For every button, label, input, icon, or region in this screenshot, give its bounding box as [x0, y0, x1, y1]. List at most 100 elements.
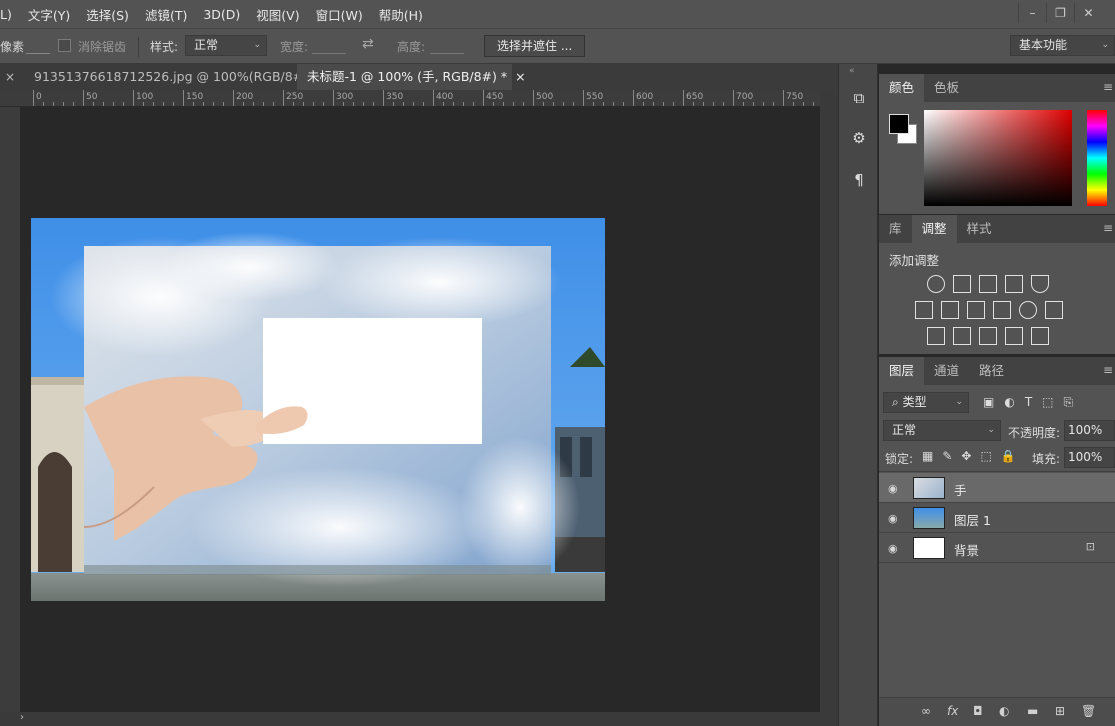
brightness-icon[interactable]: [927, 275, 945, 293]
lock-paint-icon[interactable]: ✎: [942, 449, 952, 463]
lock-artboard-icon[interactable]: ⬚: [980, 449, 991, 463]
layer-row-background[interactable]: ◉ 背景 ⊡: [879, 533, 1115, 563]
levels-icon[interactable]: [953, 275, 971, 293]
tab-paths[interactable]: 路径: [969, 357, 1014, 385]
select-and-mask-button[interactable]: 选择并遮住 ...: [484, 35, 586, 57]
minimize-button[interactable]: –: [1018, 3, 1046, 23]
workspace-value: 基本功能: [1019, 38, 1068, 52]
photo-filter-icon[interactable]: [993, 301, 1011, 319]
curves-icon[interactable]: [979, 275, 997, 293]
tab-untitled-1[interactable]: 未标题-1 @ 100% (手, RGB/8#) * ×: [297, 64, 526, 90]
swap-icon[interactable]: ⇄: [362, 36, 374, 52]
lock-position-icon[interactable]: ✥: [961, 449, 971, 463]
lock-all-icon[interactable]: 🔒: [1001, 449, 1016, 463]
layers-panel: 图层 通道 路径 ≡ ⌕ 类型 ⌄ ▣ ◐ T ⬚ ⎘ 正常 ⌄ 不透明度: 100…: [879, 357, 1115, 726]
close-icon[interactable]: ×: [5, 70, 15, 84]
tab-libraries[interactable]: 库: [879, 215, 912, 243]
color-balance-icon[interactable]: [941, 301, 959, 319]
layer-row-layer-1[interactable]: ◉ 图层 1: [879, 503, 1115, 533]
tab-adjustments[interactable]: 调整: [911, 215, 957, 243]
collapse-icon[interactable]: «: [849, 66, 855, 76]
close-button[interactable]: ✕: [1074, 3, 1102, 23]
visibility-eye-icon[interactable]: ◉: [888, 512, 898, 525]
menu-item-window[interactable]: 窗口(W): [308, 5, 371, 24]
height-input[interactable]: [430, 53, 464, 54]
menu-item-3d[interactable]: 3D(D): [195, 7, 248, 22]
paragraph-icon[interactable]: ¶: [847, 168, 871, 192]
menu-item-select[interactable]: 选择(S): [78, 5, 137, 24]
ruler-minor-tick: [753, 102, 754, 106]
ruler-tick: [383, 90, 384, 106]
panel-menu-icon[interactable]: ≡: [1103, 80, 1113, 94]
visibility-eye-icon[interactable]: ◉: [888, 482, 898, 495]
gradient-map-icon[interactable]: [1031, 327, 1049, 345]
style-select-value: 正常: [194, 38, 219, 52]
pixel-filter-icon[interactable]: ▣: [983, 395, 994, 410]
panel-menu-icon[interactable]: ≡: [1103, 221, 1113, 235]
tab-color[interactable]: 颜色: [879, 74, 925, 102]
panel-menu-icon[interactable]: ≡: [1103, 363, 1113, 377]
layer-filter-select[interactable]: ⌕ 类型 ⌄: [883, 392, 969, 413]
menu-item-layer[interactable]: L): [0, 7, 20, 22]
antialias-checkbox[interactable]: [58, 39, 71, 52]
history-icon[interactable]: ⧉: [847, 86, 871, 110]
type-filter-icon[interactable]: T: [1025, 395, 1032, 410]
blend-mode-select[interactable]: 正常 ⌄: [883, 420, 1001, 441]
trash-icon[interactable]: 🗑: [1081, 704, 1096, 718]
ruler-minor-tick: [803, 102, 804, 106]
folder-icon[interactable]: ▬: [1027, 704, 1038, 718]
properties-icon[interactable]: ⚙: [847, 126, 871, 150]
tab-swatches[interactable]: 色板: [924, 74, 969, 102]
fx-icon[interactable]: fx: [947, 704, 958, 718]
mask-icon[interactable]: ◘: [973, 704, 983, 718]
shape-filter-icon[interactable]: ⬚: [1042, 395, 1053, 410]
vibrance-icon[interactable]: [1031, 275, 1049, 293]
exposure-icon[interactable]: [1005, 275, 1023, 293]
fill-input[interactable]: 100%: [1064, 447, 1115, 468]
menu-item-view[interactable]: 视图(V): [248, 5, 307, 24]
width-input[interactable]: [312, 53, 346, 54]
adjustment-filter-icon[interactable]: ◐: [1004, 395, 1014, 410]
canvas-area[interactable]: [20, 107, 820, 712]
filter-icons: ▣ ◐ T ⬚ ⎘: [983, 395, 1073, 410]
link-icon[interactable]: ∞: [921, 704, 931, 718]
color-picker-field[interactable]: [924, 110, 1072, 206]
opacity-input[interactable]: 100%: [1064, 420, 1115, 441]
chevron-right-icon[interactable]: ›: [20, 712, 24, 723]
vertical-ruler[interactable]: [0, 107, 20, 712]
channel-mixer-icon[interactable]: [1019, 301, 1037, 319]
adjustment-icon[interactable]: ◐: [999, 704, 1009, 718]
visibility-eye-icon[interactable]: ◉: [888, 542, 898, 555]
tab-document-jpg[interactable]: 91351376618712526.jpg @ 100%(RGB/8#)×: [24, 64, 337, 90]
close-icon[interactable]: ×: [515, 69, 525, 84]
document-canvas[interactable]: [20, 107, 820, 712]
threshold-icon[interactable]: [979, 327, 997, 345]
layers-list: ◉ 手 ◉ 图层 1 ◉ 背景 ⊡: [879, 471, 1115, 677]
style-select[interactable]: 正常 ⌄: [185, 35, 267, 56]
tab-styles[interactable]: 样式: [957, 215, 1002, 243]
tab-layers[interactable]: 图层: [879, 357, 925, 385]
menu-item-type[interactable]: 文字(Y): [20, 5, 78, 24]
black-white-icon[interactable]: [967, 301, 985, 319]
lock-pixels-icon[interactable]: ▦: [922, 449, 933, 463]
layer-row-hand[interactable]: ◉ 手: [879, 473, 1115, 503]
new-layer-icon[interactable]: ⊞: [1055, 704, 1065, 718]
hue-slider[interactable]: [1087, 110, 1107, 206]
menu-item-help[interactable]: 帮助(H): [371, 5, 431, 24]
hue-saturation-icon[interactable]: [915, 301, 933, 319]
vertical-scrollbar[interactable]: [820, 90, 838, 712]
horizontal-ruler[interactable]: 0 50 100 150 200 250 300 350 400 450 500 550 600 650 7…: [0, 90, 824, 107]
color-lookup-icon[interactable]: [1045, 301, 1063, 319]
smart-object-filter-icon[interactable]: ⎘: [1064, 395, 1074, 410]
foreground-color-swatch[interactable]: [889, 114, 909, 134]
restore-button[interactable]: ❐: [1046, 3, 1074, 23]
invert-icon[interactable]: [927, 327, 945, 345]
tab-channels[interactable]: 通道: [924, 357, 969, 385]
selective-color-icon[interactable]: [1005, 327, 1023, 345]
posterize-icon[interactable]: [953, 327, 971, 345]
ruler-minor-tick: [493, 102, 494, 106]
horizontal-scrollbar[interactable]: ›: [0, 712, 838, 726]
feather-input-underline[interactable]: [26, 53, 50, 54]
menu-item-filter[interactable]: 滤镜(T): [137, 5, 195, 24]
workspace-select[interactable]: 基本功能 ⌄: [1010, 35, 1115, 56]
